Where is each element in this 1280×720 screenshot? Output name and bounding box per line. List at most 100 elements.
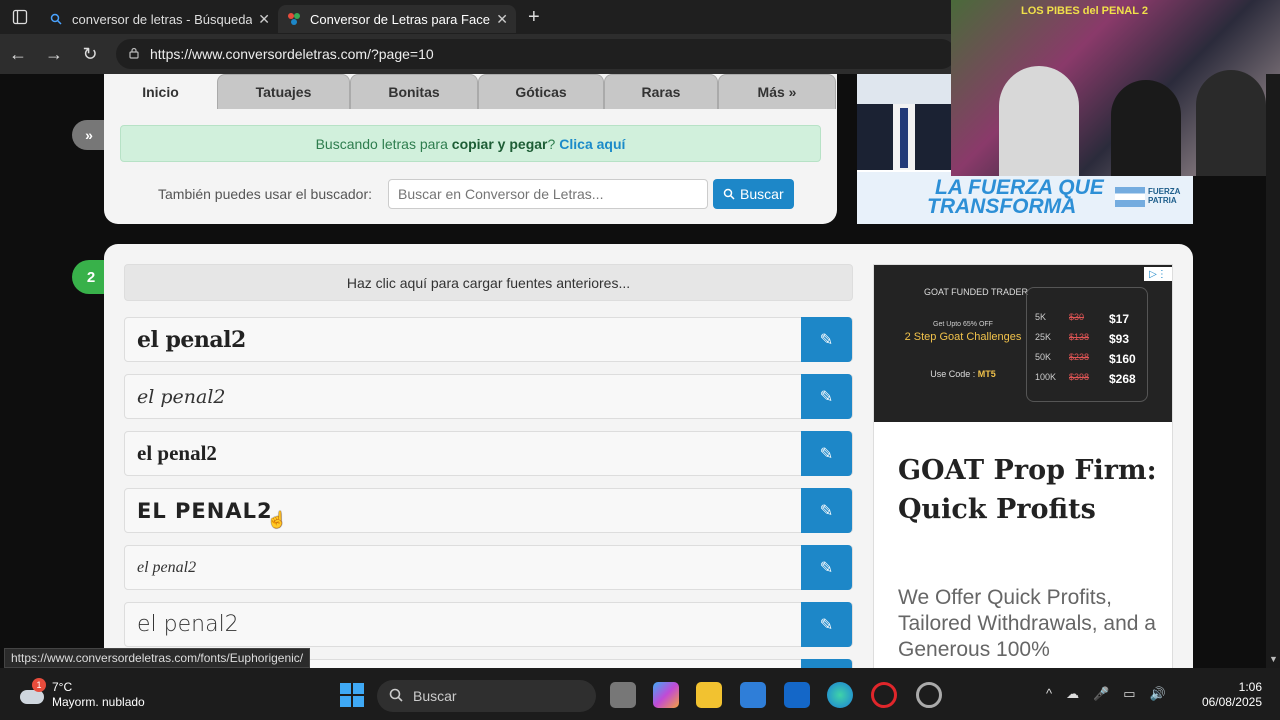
tab-search[interactable]: conversor de letras - Búsqueda ✕ (40, 5, 278, 33)
temperature: 7°C (52, 680, 73, 694)
adchoices-icon[interactable]: ▷⋮ (1144, 267, 1172, 281)
close-tab-icon[interactable]: ✕ (496, 11, 508, 28)
font-sample[interactable]: el penal2 (125, 327, 801, 353)
tab-actions-icon[interactable] (0, 0, 40, 34)
new-tab-button[interactable]: + (528, 6, 540, 29)
tab-title: conversor de letras - Búsqueda (72, 11, 253, 27)
party-line1: FUERZA (1148, 187, 1181, 196)
status-link-preview: https://www.conversordeletras.com/fonts/… (4, 648, 311, 668)
windows-start-icon[interactable] (339, 682, 365, 708)
font-sample[interactable]: el penal2 (125, 559, 801, 577)
site-info-icon[interactable] (128, 47, 140, 62)
onedrive-icon[interactable]: ☁ (1066, 686, 1079, 702)
ad-slogan: LA FUERZA QUE TRANSFORMA (927, 177, 1104, 218)
cloud-icon: 1 (20, 678, 46, 708)
webcam-overlay: LOS PIBES del PENAL 2 (951, 0, 1280, 176)
microsoft-store-icon[interactable] (740, 682, 766, 708)
ad-code: Use Code : MT5 (888, 369, 1038, 379)
goat-logo: GOAT FUNDED TRADER (924, 287, 1029, 297)
font-row[interactable]: el penal2 ✎ (124, 545, 853, 590)
search-icon (723, 188, 735, 200)
font-row[interactable]: el penal2 ✎ (124, 602, 853, 647)
hand-cursor-icon: ☝ (267, 512, 287, 529)
font-sample[interactable]: EL PENAL2 (125, 499, 801, 523)
font-sample[interactable]: el penal2 (125, 441, 801, 466)
ad-headline[interactable]: GOAT Prop Firm: Quick Profits (898, 451, 1158, 529)
pricing-row: 100K $398 $268 (1035, 372, 1136, 386)
search-label: También puedes usar el buscador: (158, 186, 373, 202)
tab-tatuajes[interactable]: Tatuajes (217, 74, 350, 109)
tab-conversor[interactable]: Conversor de Letras para Facebook ✕ (278, 5, 516, 33)
pricing-row: 25K $138 $93 (1035, 332, 1130, 346)
refresh-icon[interactable]: ↻ (72, 44, 108, 65)
argentina-flag-icon (1115, 187, 1145, 207)
tab-bonitas[interactable]: Bonitas (350, 74, 478, 109)
clica-aqui-link[interactable]: Clica aquí (559, 136, 625, 152)
taskbar-search[interactable]: Buscar (377, 680, 596, 712)
edit-pencil-icon[interactable]: ✎ (801, 374, 852, 419)
ad-body: We Offer Quick Profits, Tailored Withdra… (898, 586, 1156, 661)
copy-paste-alert: Buscando letras para copiar y pegar? Cli… (120, 125, 821, 162)
font-row[interactable]: el penal2 ✎ (124, 431, 853, 476)
file-explorer-icon[interactable] (696, 682, 722, 708)
goat-prop-firm-ad[interactable]: ▷⋮ GOAT FUNDED TRADER Get Upto 65% OFF 2… (873, 264, 1173, 668)
task-view-icon[interactable] (610, 682, 636, 708)
clock[interactable]: 1:06 06/08/2025 (1202, 680, 1262, 710)
back-icon[interactable]: ← (0, 44, 36, 65)
alert-suffix: ? (547, 135, 556, 152)
volume-icon[interactable]: 🔊 (1150, 686, 1166, 702)
code-label: Use Code : (930, 369, 976, 379)
font-row[interactable]: el penal2 ✎ (124, 374, 853, 419)
weather-widget[interactable]: 1 7°C Mayorm. nublado (20, 678, 145, 710)
pricing-row: 50K $238 $160 (1035, 352, 1136, 366)
person-silhouette (1111, 80, 1181, 176)
clock-date: 06/08/2025 (1201, 695, 1262, 709)
font-row[interactable]: EL PENAL2 ✎ (124, 488, 853, 533)
obs-icon[interactable] (916, 682, 942, 708)
person-silhouette (1196, 70, 1266, 176)
font-row[interactable]: el penal2 ✎ (124, 317, 853, 362)
collapse-button[interactable]: » (72, 120, 106, 150)
search-button-label: Buscar (740, 186, 784, 202)
search-button[interactable]: Buscar (713, 179, 794, 209)
opera-icon[interactable] (871, 682, 897, 708)
copilot-icon[interactable] (653, 682, 679, 708)
edit-pencil-icon[interactable]: ✎ (801, 317, 852, 362)
tab-inicio[interactable]: Inicio (104, 74, 217, 109)
edit-pencil-icon[interactable]: ✎ (801, 488, 852, 533)
font-sample[interactable]: el penal2 (125, 612, 801, 637)
bing-search-icon (48, 11, 64, 27)
tab-raras[interactable]: Raras (604, 74, 718, 109)
ad-promo-title: 2 Step Goat Challenges (904, 331, 1022, 343)
tab-goticas[interactable]: Góticas (478, 74, 604, 109)
tab-mas[interactable]: Más » (718, 74, 836, 109)
ad-person-image (857, 74, 951, 170)
site-search: También puedes usar el buscador: Buscar (158, 179, 794, 209)
edit-pencil-icon[interactable]: ✎ (801, 602, 852, 647)
outlook-icon[interactable] (784, 682, 810, 708)
edit-pencil-icon[interactable]: ✎ (801, 545, 852, 590)
load-previous-fonts-button[interactable]: Haz clic aquí para cargar fuentes anteri… (124, 264, 853, 301)
weather-condition: Mayorm. nublado (52, 695, 145, 709)
chevron-up-icon[interactable]: ^ (1046, 686, 1052, 702)
edit-pencil-icon[interactable]: ✎ (801, 431, 852, 476)
microphone-icon[interactable]: 🎤 (1093, 686, 1109, 702)
ad-promo-small: Get Upto 65% OFF (933, 321, 993, 328)
page-scrollbar[interactable]: ▼ (1266, 74, 1280, 668)
search-input[interactable] (388, 179, 709, 209)
scroll-down-icon[interactable]: ▼ (1269, 654, 1278, 664)
person-silhouette (999, 66, 1079, 176)
close-tab-icon[interactable]: ✕ (258, 11, 270, 28)
font-results-card: Haz clic aquí para cargar fuentes anteri… (104, 244, 1193, 668)
edit-pencil-icon[interactable]: ✎ (801, 659, 852, 668)
network-icon[interactable]: ▭ (1123, 686, 1135, 702)
url-field[interactable]: https://www.conversordeletras.com/?page=… (116, 39, 956, 69)
converter-header-card: Inicio Tatuajes Bonitas Góticas Raras Má… (104, 74, 837, 224)
ad-banner-image: ▷⋮ GOAT FUNDED TRADER Get Upto 65% OFF 2… (874, 265, 1172, 422)
edge-icon[interactable] (827, 682, 853, 708)
ad-slogan-line2: TRANSFORMA (927, 195, 1077, 218)
forward-icon[interactable]: → (36, 44, 72, 65)
search-icon (389, 688, 403, 705)
font-sample[interactable]: el penal2 (125, 386, 801, 408)
notification-badge: 1 (32, 678, 46, 692)
